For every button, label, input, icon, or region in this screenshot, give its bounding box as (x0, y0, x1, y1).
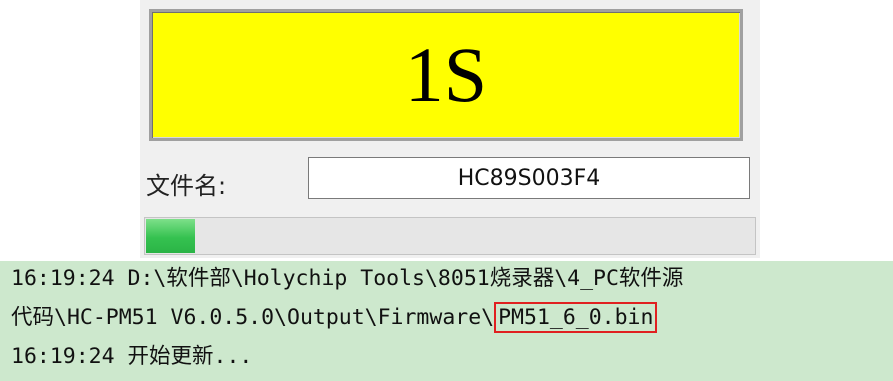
programmer-panel: 1S 文件名: HC89S003F4 (140, 0, 760, 258)
progress-fill (146, 219, 195, 253)
log-line-1: 16:19:24 D:\软件部\Holychip Tools\8051烧录器\4… (11, 266, 684, 291)
file-name-row: 文件名: HC89S003F4 (140, 150, 760, 210)
file-name-label: 文件名: (146, 172, 227, 200)
file-name-field[interactable]: HC89S003F4 (308, 157, 750, 199)
log-path-prefix: 代码\HC-PM51 V6.0.5.0\Output\Firmware\ (11, 305, 495, 330)
log-filename-highlight: PM51_6_0.bin (494, 302, 658, 333)
status-display: 1S (149, 9, 743, 141)
log-line-3: 16:19:24 开始更新... (11, 344, 253, 369)
progress-bar (144, 217, 756, 255)
status-text: 1S (404, 31, 488, 118)
log-line-2: 代码\HC-PM51 V6.0.5.0\Output\Firmware\ PM51… (11, 302, 658, 333)
file-name-value: HC89S003F4 (457, 165, 601, 191)
log-panel: 16:19:24 D:\软件部\Holychip Tools\8051烧录器\4… (0, 261, 893, 381)
